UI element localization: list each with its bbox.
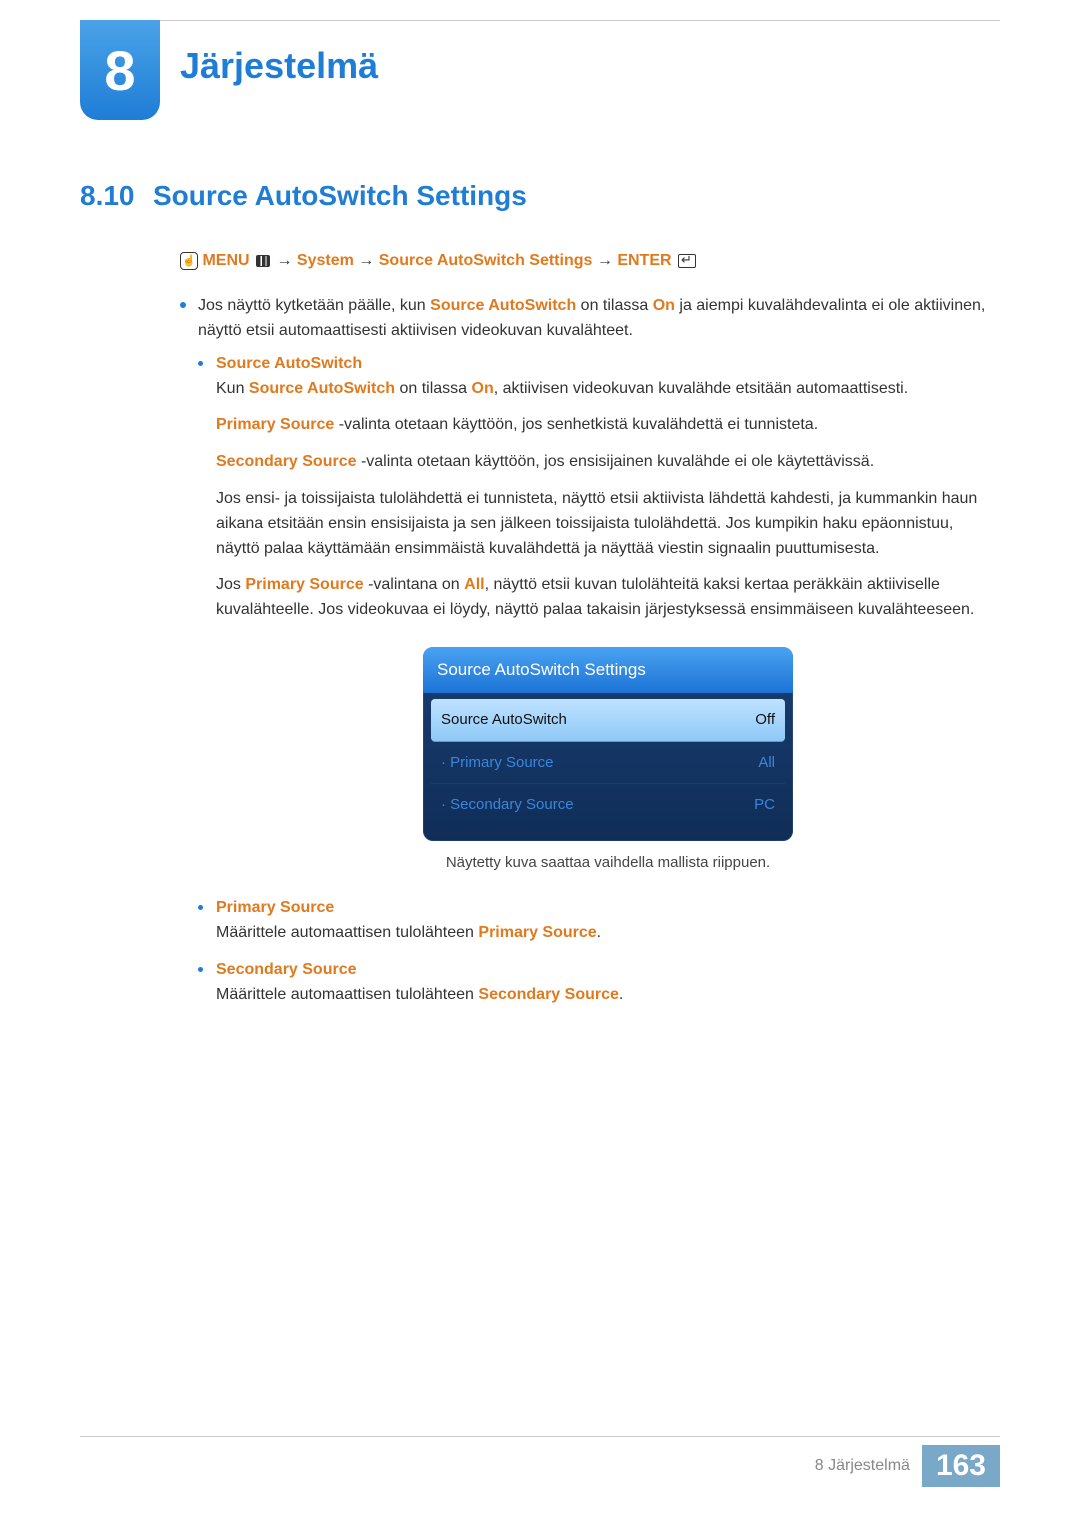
nav-enter-label: ENTER — [617, 252, 671, 269]
menu-icon — [254, 252, 272, 269]
primary-p-a: Määrittele automaattisen tulolähteen — [216, 924, 478, 941]
intro-keyword-2: On — [653, 297, 675, 314]
sa-p2a: Primary Source — [216, 416, 334, 433]
chapter-number-tab: 8 — [80, 20, 160, 120]
top-rule — [80, 20, 1000, 21]
chapter-title: Järjestelmä — [180, 45, 378, 87]
nav-menu-label: MENU — [202, 252, 249, 269]
osd-row-value-1: All — [758, 751, 775, 774]
content-area: 8.10 Source AutoSwitch Settings MENU → S… — [80, 180, 1000, 1020]
source-autoswitch-item: Source AutoSwitch Kun Source AutoSwitch … — [198, 352, 1000, 875]
intro-keyword-1: Source AutoSwitch — [430, 297, 576, 314]
nav-system-label: System — [297, 252, 354, 269]
intro-text-c: on tilassa — [576, 297, 652, 314]
sa-p1e: , aktiivisen videokuvan kuvalähde etsitä… — [494, 380, 908, 397]
sa-p4: Jos ensi- ja toissijaista tulolähdettä e… — [216, 487, 1000, 561]
sa-p5a: Jos — [216, 576, 245, 593]
secondary-p-c: . — [619, 986, 623, 1003]
footer-chapter-label: 8 Järjestelmä — [815, 1457, 910, 1475]
osd-row-secondary-source[interactable]: · Secondary Source PC — [431, 784, 785, 825]
primary-source-heading: Primary Source — [216, 899, 334, 916]
page: 8 Järjestelmä 8.10 Source AutoSwitch Set… — [0, 0, 1080, 1527]
arrow-3: → — [597, 252, 617, 269]
body-text: Jos näyttö kytketään päälle, kun Source … — [180, 294, 1000, 1007]
sa-p5c: -valintana on — [364, 576, 465, 593]
osd-panel: Source AutoSwitch Settings Source AutoSw… — [423, 647, 793, 841]
arrow-1: → — [276, 252, 296, 269]
section-heading: 8.10 Source AutoSwitch Settings — [80, 180, 1000, 212]
hand-icon — [180, 252, 198, 270]
sa-p3b: -valinta otetaan käyttöön, jos ensisijai… — [357, 453, 875, 470]
sa-p1a: Kun — [216, 380, 249, 397]
secondary-p-a: Määrittele automaattisen tulolähteen — [216, 986, 478, 1003]
arrow-2: → — [358, 252, 378, 269]
osd-caption: Näytetty kuva saattaa vaihdella mallista… — [216, 851, 1000, 874]
sa-p5b: Primary Source — [245, 576, 363, 593]
source-autoswitch-heading: Source AutoSwitch — [216, 355, 362, 372]
osd-body: Source AutoSwitch Off · Primary Source A… — [423, 693, 793, 841]
sa-p2b: -valinta otetaan käyttöön, jos senhetkis… — [334, 416, 818, 433]
enter-icon — [678, 254, 696, 268]
osd-row-source-autoswitch[interactable]: Source AutoSwitch Off — [431, 699, 785, 741]
secondary-source-heading: Secondary Source — [216, 961, 357, 978]
secondary-p-b: Secondary Source — [478, 986, 619, 1003]
intro-bullet: Jos näyttö kytketään päälle, kun Source … — [180, 294, 1000, 1007]
sa-p1b: Source AutoSwitch — [249, 380, 395, 397]
section-title: Source AutoSwitch Settings — [153, 180, 527, 211]
osd-row-value-0: Off — [755, 708, 775, 731]
primary-source-item: Primary Source Määrittele automaattisen … — [198, 896, 1000, 946]
osd-row-label-1: · Primary Source — [441, 751, 554, 774]
sa-p1d: On — [472, 380, 494, 397]
osd-row-label-0: Source AutoSwitch — [441, 708, 567, 731]
section-number: 8.10 — [80, 180, 135, 211]
footer-page-number: 163 — [922, 1445, 1000, 1487]
nav-setting-label: Source AutoSwitch Settings — [379, 252, 593, 269]
secondary-source-item: Secondary Source Määrittele automaattise… — [198, 958, 1000, 1008]
sa-p1c: on tilassa — [395, 380, 471, 397]
osd-row-label-2: · Secondary Source — [441, 793, 574, 816]
osd-row-value-2: PC — [754, 793, 775, 816]
osd-row-primary-source[interactable]: · Primary Source All — [431, 742, 785, 784]
osd-title: Source AutoSwitch Settings — [423, 647, 793, 693]
intro-text-a: Jos näyttö kytketään päälle, kun — [198, 297, 430, 314]
page-footer: 8 Järjestelmä 163 — [80, 1436, 1000, 1487]
primary-p-c: . — [597, 924, 601, 941]
sa-p5d: All — [464, 576, 484, 593]
sa-p3a: Secondary Source — [216, 453, 357, 470]
primary-p-b: Primary Source — [478, 924, 596, 941]
menu-navigation-path: MENU → System → Source AutoSwitch Settin… — [180, 252, 1000, 270]
